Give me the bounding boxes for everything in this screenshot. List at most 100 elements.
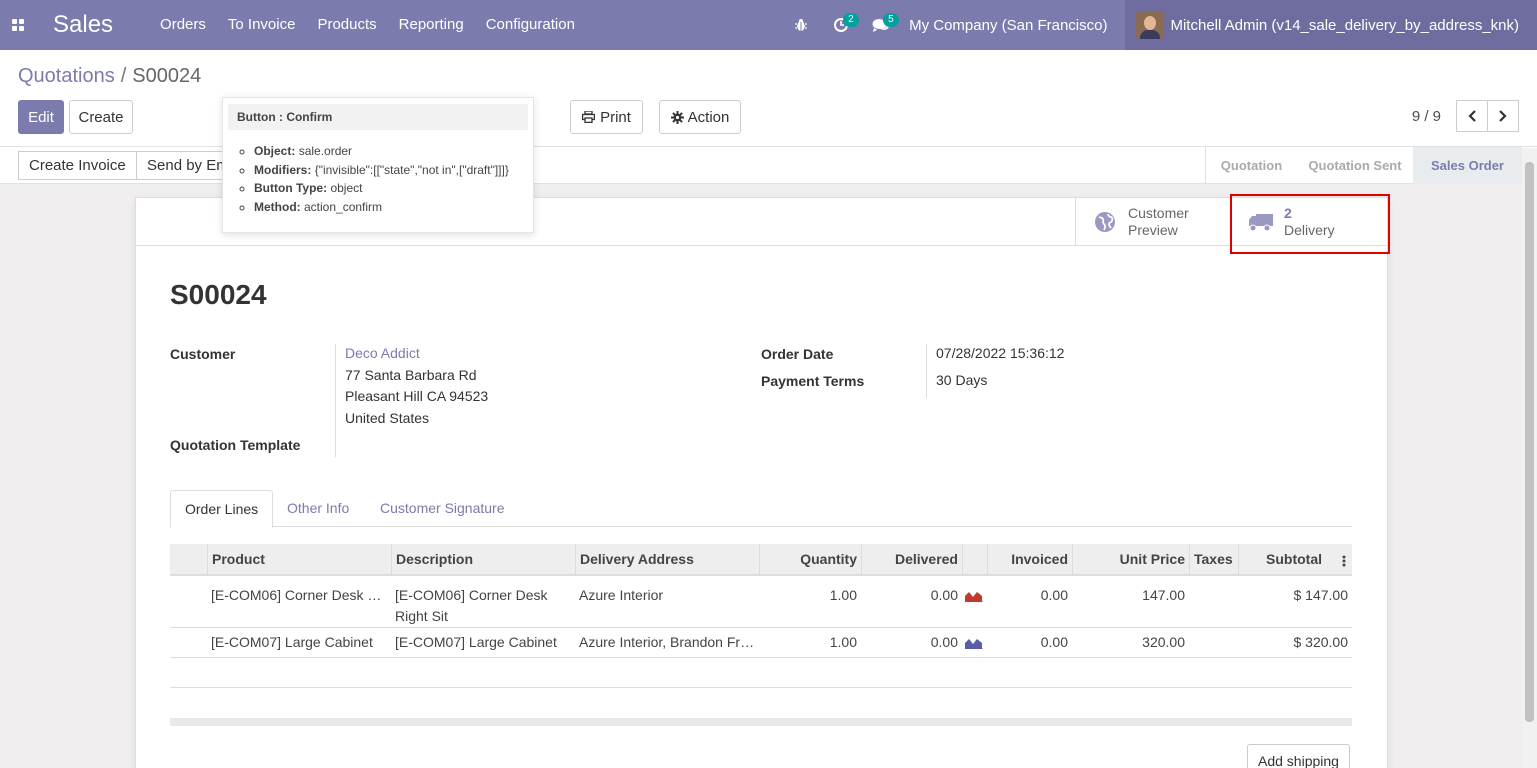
- customer-preview-label-1: Customer: [1128, 205, 1189, 221]
- create-button[interactable]: Create: [69, 100, 133, 134]
- field-divider: [926, 344, 927, 398]
- pager-previous-button[interactable]: [1456, 100, 1488, 132]
- pager-value[interactable]: 9 / 9: [1412, 108, 1441, 125]
- tab-other-info[interactable]: Other Info: [273, 490, 363, 527]
- tooltip-title: Button : Confirm: [228, 104, 528, 130]
- menu-reporting[interactable]: Reporting: [388, 0, 475, 50]
- form-tabs: Order Lines Other Info Customer Signatur…: [170, 490, 1352, 528]
- forecast-area-chart-icon[interactable]: [965, 590, 983, 602]
- menu-configuration[interactable]: Configuration: [475, 0, 586, 50]
- print-button[interactable]: Print: [570, 100, 643, 134]
- col-delivered[interactable]: Delivered: [861, 544, 962, 576]
- action-button[interactable]: Action: [659, 100, 741, 134]
- address-line-1: 77 Santa Barbara Rd: [345, 366, 477, 383]
- cell-product: [E-COM07] Large Cabinet: [211, 634, 373, 650]
- cell-quantity: 1.00: [829, 587, 857, 603]
- app-name[interactable]: Sales: [53, 11, 113, 39]
- breadcrumb-current: S00024: [132, 65, 202, 87]
- printer-icon: [582, 111, 596, 123]
- order-date-label: Order Date: [761, 346, 834, 362]
- top-navbar: Sales Orders To Invoice Products Reporti…: [0, 0, 1537, 50]
- user-name: Mitchell Admin (v14_sale_delivery_by_add…: [1170, 16, 1519, 34]
- activity-clock-icon[interactable]: 2: [821, 0, 861, 50]
- debug-tooltip: Button : Confirm Object: sale.order Modi…: [222, 97, 534, 233]
- print-label: Print: [600, 108, 631, 126]
- address-line-3: United States: [345, 409, 430, 426]
- stage-sales-order[interactable]: Sales Order: [1413, 147, 1522, 184]
- messages-chat-icon[interactable]: 5: [861, 0, 901, 50]
- tab-customer-signature[interactable]: Customer Signature: [366, 490, 519, 527]
- customer-preview-label-2: Preview: [1128, 222, 1178, 238]
- cell-delivery-address: Azure Interior, Brandon Freeman: [579, 634, 759, 650]
- cell-subtotal: $ 320.00: [1293, 634, 1349, 650]
- menu-products[interactable]: Products: [306, 0, 387, 50]
- optional-columns-icon[interactable]: [1342, 554, 1346, 567]
- col-taxes[interactable]: Taxes: [1189, 544, 1238, 576]
- col-delivery-address[interactable]: Delivery Address: [575, 544, 759, 576]
- col-subtotal[interactable]: Subtotal: [1238, 544, 1352, 576]
- customer-link[interactable]: Deco Addict: [345, 343, 488, 365]
- tab-order-lines[interactable]: Order Lines: [170, 490, 274, 528]
- cell-product: [E-COM06] Corner Desk Right Sit: [211, 587, 391, 603]
- delivery-highlight: [1230, 194, 1390, 254]
- send-by-email-button[interactable]: Send by Email: [136, 151, 236, 180]
- field-divider: [335, 344, 336, 457]
- breadcrumb: Quotations / S00024: [18, 65, 201, 88]
- quotation-template-label: Quotation Template: [170, 437, 301, 453]
- stage-quotation[interactable]: Quotation: [1205, 147, 1297, 184]
- customer-preview-button[interactable]: Customer Preview: [1075, 198, 1231, 246]
- stage-quotation-sent[interactable]: Quotation Sent: [1297, 147, 1413, 184]
- pager-next-button[interactable]: [1487, 100, 1519, 132]
- table-row[interactable]: [E-COM07] Large Cabinet [E-COM07] Large …: [170, 628, 1352, 658]
- tooltip-item: Method: action_confirm: [254, 198, 533, 217]
- user-menu[interactable]: Mitchell Admin (v14_sale_delivery_by_add…: [1125, 0, 1537, 50]
- col-product[interactable]: Product: [207, 544, 391, 576]
- cell-invoiced: 0.00: [1040, 587, 1068, 603]
- address-line-2: Pleasant Hill CA 94523: [345, 388, 489, 404]
- scrollbar-thumb[interactable]: [1525, 162, 1534, 722]
- company-switcher[interactable]: My Company (San Francisco): [901, 17, 1125, 34]
- debug-bug-icon[interactable]: [781, 0, 821, 50]
- chevron-right-icon: [1499, 110, 1507, 122]
- gear-icon: [670, 110, 684, 124]
- scrollbar[interactable]: [1522, 148, 1537, 768]
- col-invoiced[interactable]: Invoiced: [987, 544, 1072, 576]
- cell-unit-price: 320.00: [1142, 634, 1185, 650]
- breadcrumb-quotations[interactable]: Quotations: [18, 65, 115, 87]
- apps-menu-icon[interactable]: [0, 0, 36, 50]
- menu-orders[interactable]: Orders: [149, 0, 217, 50]
- avatar: [1136, 11, 1165, 39]
- cell-delivered: 0.00: [930, 587, 958, 603]
- tooltip-list: Object: sale.order Modifiers: {"invisibl…: [254, 142, 533, 216]
- tooltip-item: Object: sale.order: [254, 142, 533, 161]
- activity-badge: 2: [843, 13, 859, 27]
- tooltip-item: Button Type: object: [254, 179, 533, 198]
- cell-invoiced: 0.00: [1040, 634, 1068, 650]
- create-invoice-button[interactable]: Create Invoice: [18, 151, 137, 180]
- cell-delivery-address: Azure Interior: [579, 587, 664, 603]
- cell-unit-price: 147.00: [1142, 587, 1185, 603]
- cell-description: [E-COM07] Large Cabinet: [395, 634, 557, 650]
- chevron-left-icon: [1468, 110, 1476, 122]
- table-row[interactable]: [E-COM06] Corner Desk Right Sit [E-COM06…: [170, 576, 1352, 628]
- cell-description: [E-COM06] Corner Desk Right Sit: [395, 587, 548, 624]
- form-sheet: Customer Preview 2 Delivery S00024 Custo…: [135, 197, 1388, 768]
- breadcrumb-separator: /: [120, 65, 127, 87]
- col-unit-price[interactable]: Unit Price: [1072, 544, 1189, 576]
- globe-icon: [1092, 209, 1118, 235]
- forecast-area-chart-icon[interactable]: [965, 637, 983, 649]
- add-shipping-button[interactable]: Add shipping: [1247, 744, 1350, 768]
- order-date-value: 07/28/2022 15:36:12: [936, 345, 1065, 361]
- messages-badge: 5: [883, 13, 899, 27]
- menu-to-invoice[interactable]: To Invoice: [217, 0, 307, 50]
- cell-subtotal: $ 147.00: [1293, 587, 1349, 603]
- action-label: Action: [687, 108, 730, 126]
- cell-quantity: 1.00: [829, 634, 857, 650]
- table-footer: [170, 718, 1352, 726]
- col-description[interactable]: Description: [391, 544, 575, 576]
- customer-label: Customer: [170, 346, 236, 362]
- edit-button[interactable]: Edit: [18, 100, 64, 134]
- col-forecast: [962, 544, 987, 576]
- order-title: S00024: [170, 279, 267, 310]
- col-quantity[interactable]: Quantity: [759, 544, 861, 576]
